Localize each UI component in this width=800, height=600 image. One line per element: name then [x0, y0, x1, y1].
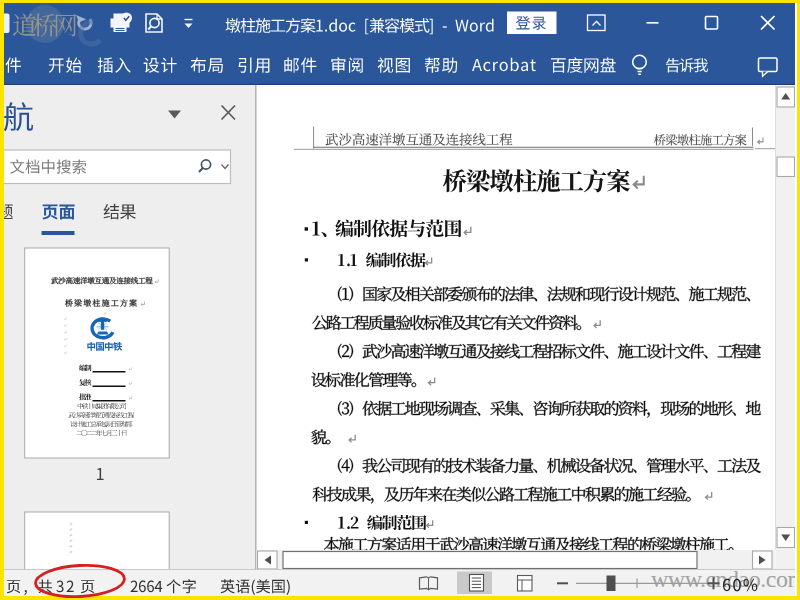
svg-text:www.cndao.com: www.cndao.com — [651, 566, 800, 592]
